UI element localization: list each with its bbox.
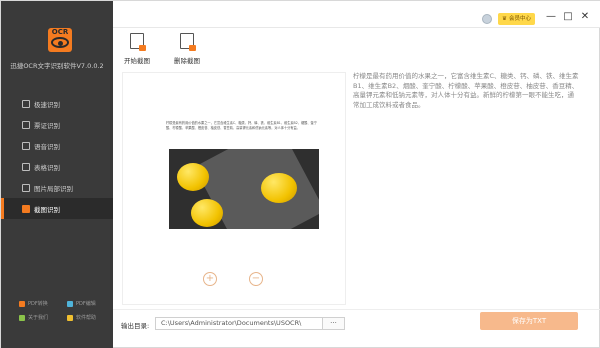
avatar[interactable]	[482, 14, 492, 24]
app-logo: OCR	[48, 28, 72, 52]
sidebar-item-label: 极速识别	[34, 100, 60, 109]
browse-button[interactable]: ···	[323, 317, 345, 330]
sidebar-item-label: 票证识别	[34, 121, 60, 130]
preview-doc-text: 柠檬是最有药用价值的水果之一，它富含维生素C、糖类、钙、磷、铁、维生素B1、维生…	[166, 121, 317, 130]
toolbar: 开始截图 删除截图	[113, 29, 600, 71]
sidebar: OCR 迅捷OCR文字识别软件V7.0.0.2 极速识别 票证识别 语音识别 表…	[1, 1, 113, 348]
start-screenshot-button[interactable]: 开始截图	[124, 33, 150, 65]
delete-screenshot-button[interactable]: 删除截图	[174, 33, 200, 65]
pdf-edit-link[interactable]: PDF编辑	[67, 300, 109, 307]
maximize-button[interactable]: □	[562, 11, 574, 23]
footer: 输出目录: C:\Users\Administrator\Documents\U…	[113, 309, 600, 348]
sidebar-item-label: 表格识别	[34, 163, 60, 172]
vip-label: 会员中心	[508, 16, 531, 22]
vip-center-button[interactable]: ♛ 会员中心	[498, 13, 535, 25]
zoom-out-button[interactable]: −	[249, 272, 263, 286]
ticket-icon	[22, 120, 30, 129]
sidebar-nav: 极速识别 票证识别 语音识别 表格识别 图片局部识别 截图识别	[1, 93, 113, 219]
title-bar: ♛ 会员中心 — □ ✕	[113, 1, 600, 28]
screenshot-preview: 柠檬是最有药用价值的水果之一，它富含维生素C、糖类、钙、磷、铁、维生素B1、维生…	[122, 72, 346, 305]
about-us-link[interactable]: 关于我们	[19, 314, 67, 321]
output-dir-label: 输出目录:	[121, 322, 150, 330]
sidebar-item-label: 语音识别	[34, 142, 60, 151]
image-region-icon	[22, 183, 30, 192]
app-title: 迅捷OCR文字识别软件V7.0.0.2	[10, 62, 104, 70]
minimize-button[interactable]: —	[545, 11, 557, 23]
start-screenshot-label: 开始截图	[124, 57, 150, 65]
ocr-result-text[interactable]: 柠檬是最有药用价值的水果之一，它富含维生素C、糖类、钙、磷、铁、维生素B1、维生…	[353, 72, 579, 110]
preview-document: 柠檬是最有药用价值的水果之一，它富含维生素C、糖类、钙、磷、铁、维生素B1、维生…	[166, 121, 320, 131]
help-link[interactable]: 软件帮助	[67, 314, 109, 321]
app-window: OCR 迅捷OCR文字识别软件V7.0.0.2 极速识别 票证识别 语音识别 表…	[0, 0, 600, 348]
link-label: PDF转换	[28, 301, 48, 307]
eye-icon	[51, 37, 69, 48]
sidebar-item-label: 截图识别	[34, 205, 60, 214]
pdf-icon	[19, 300, 25, 307]
ocr-result-panel[interactable]: 柠檬是最有药用价值的水果之一，它富含维生素C、糖类、钙、磷、铁、维生素B1、维生…	[353, 72, 579, 305]
sidebar-bottom-links: PDF转换 PDF编辑 关于我们 软件帮助	[19, 300, 109, 321]
screenshot-add-icon	[130, 33, 146, 51]
sidebar-item-table-ocr[interactable]: 表格识别	[1, 156, 113, 177]
output-path-field[interactable]: C:\Users\Administrator\Documents\USOCR\	[155, 317, 323, 330]
sidebar-item-fast-ocr[interactable]: 极速识别	[1, 93, 113, 114]
table-icon	[22, 162, 30, 171]
zoom-in-button[interactable]: +	[203, 272, 217, 286]
close-button[interactable]: ✕	[579, 11, 591, 23]
delete-screenshot-label: 删除截图	[174, 57, 200, 65]
link-label: 软件帮助	[76, 315, 97, 321]
pdf-convert-link[interactable]: PDF转换	[19, 300, 67, 307]
sidebar-item-image-region-ocr[interactable]: 图片局部识别	[1, 177, 113, 198]
link-label: PDF编辑	[76, 301, 96, 307]
voice-icon	[22, 141, 30, 150]
info-icon	[19, 314, 25, 321]
scan-icon	[22, 99, 30, 108]
sidebar-item-screenshot-ocr[interactable]: 截图识别	[1, 198, 113, 219]
link-label: 关于我们	[28, 315, 49, 321]
edit-icon	[67, 300, 73, 307]
save-txt-button[interactable]: 保存为TXT	[480, 312, 578, 330]
crown-icon: ♛	[502, 16, 507, 22]
screenshot-icon	[22, 204, 30, 213]
sidebar-item-ticket-ocr[interactable]: 票证识别	[1, 114, 113, 135]
help-icon	[67, 314, 73, 321]
screenshot-delete-icon	[180, 33, 196, 51]
lemon-photo	[169, 149, 319, 229]
logo-text: OCR	[51, 28, 69, 36]
sidebar-item-label: 图片局部识别	[34, 184, 73, 193]
sidebar-item-voice-ocr[interactable]: 语音识别	[1, 135, 113, 156]
